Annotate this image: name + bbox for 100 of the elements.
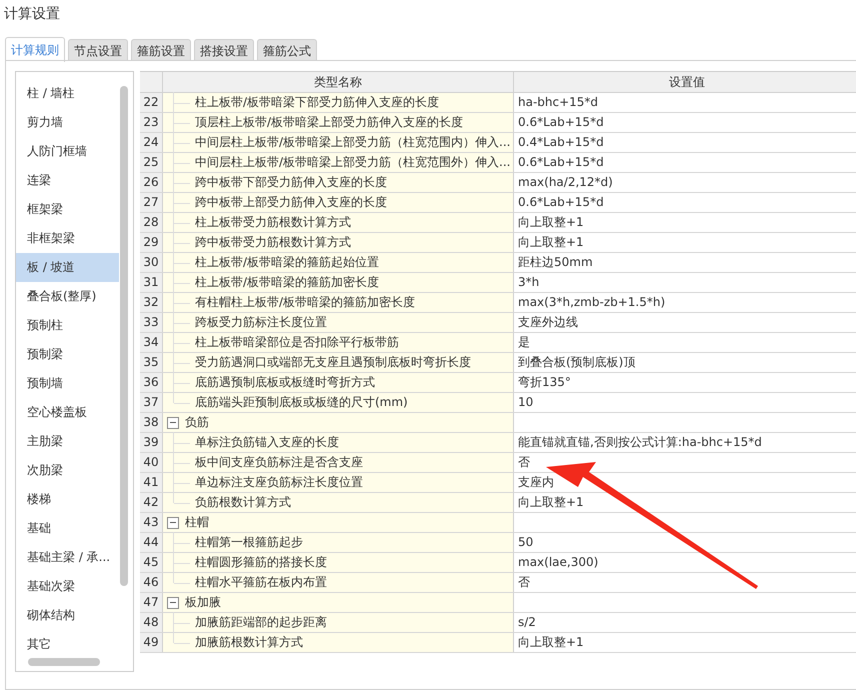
row-number: 26 [140,173,163,192]
setting-value[interactable]: 支座内 [518,475,554,489]
sidebar-item[interactable]: 基础 [16,514,119,543]
row-number: 42 [140,493,163,512]
setting-name: 加腋筋距端部的起步距离 [195,614,327,631]
setting-value[interactable]: 是 [518,335,530,349]
setting-value[interactable]: 3*h [518,275,540,289]
row-number: 31 [140,273,163,292]
setting-value[interactable]: 0.6*Lab+15*d [518,195,604,209]
setting-name: 柱上板带/板带暗梁的箍筋加密长度 [195,274,380,291]
setting-value[interactable]: 50 [518,535,534,549]
setting-value[interactable]: 距柱边50mm [518,255,593,269]
group-name: 板加腋 [185,594,221,611]
setting-name: 顶层柱上板带/板带暗梁上部受力筋伸入支座的长度 [195,114,464,131]
setting-value[interactable]: 向上取整+1 [518,235,584,249]
setting-value[interactable]: 弯折135° [518,375,571,389]
sidebar-item[interactable]: 连梁 [16,166,119,195]
sidebar-item[interactable]: 叠合板(整厚) [16,282,119,311]
sidebar-item[interactable]: 人防门框墙 [16,137,119,166]
row-number: 27 [140,193,163,212]
row-number: 36 [140,373,163,392]
row-number: 41 [140,473,163,492]
setting-name: 跨中板带下部受力筋伸入支座的长度 [195,174,387,191]
row-number: 45 [140,553,163,572]
setting-value[interactable]: s/2 [518,615,536,629]
row-number: 44 [140,533,163,552]
sidebar-item[interactable]: 框架梁 [16,195,119,224]
tab[interactable]: 箍筋设置 [131,39,191,61]
sidebar-item[interactable]: 楼梯 [16,485,119,514]
sidebar-item[interactable]: 柱 / 墙柱 [16,79,119,108]
collapse-toggle[interactable] [167,516,179,528]
row-number: 32 [140,293,163,312]
tab[interactable]: 计算规则 [5,37,65,62]
group-name: 负筋 [185,414,209,431]
setting-value[interactable]: 支座外边线 [518,315,578,329]
setting-value[interactable]: 否 [518,455,530,469]
setting-value[interactable]: 向上取整+1 [518,635,584,649]
row-number: 24 [140,133,163,152]
sidebar-item[interactable]: 基础主梁 / 承... [16,543,119,572]
setting-name: 底筋端头距预制底板或板缝的尺寸(mm) [195,394,408,411]
collapse-toggle[interactable] [167,596,179,608]
setting-value[interactable]: 能直锚就直锚,否则按公式计算:ha-bhc+15*d [518,435,762,449]
setting-value[interactable]: 向上取整+1 [518,215,584,229]
scrollbar-thumb[interactable] [120,86,128,586]
tab[interactable]: 节点设置 [68,39,128,61]
setting-name: 柱上板带暗梁部位是否扣除平行板带筋 [195,334,399,351]
row-number: 38 [140,413,163,432]
row-number: 30 [140,253,163,272]
tab[interactable]: 箍筋公式 [257,39,317,61]
setting-name: 受力筋遇洞口或端部无支座且遇预制底板时弯折长度 [195,354,471,371]
sidebar-item[interactable]: 砌体结构 [16,601,119,630]
setting-value[interactable]: 到叠合板(预制底板)顶 [518,355,636,369]
row-number: 23 [140,113,163,132]
setting-name: 加腋筋根数计算方式 [195,634,303,651]
row-number: 43 [140,513,163,532]
setting-value[interactable]: max(ha/2,12*d) [518,175,613,189]
setting-value[interactable]: 否 [518,575,530,589]
window-title: 计算设置 [4,5,60,23]
setting-name: 有柱帽柱上板带/板带暗梁的箍筋加密长度 [195,294,416,311]
sidebar-item[interactable]: 空心楼盖板 [16,398,119,427]
scrollbar-thumb[interactable] [28,658,100,666]
setting-value[interactable]: ha-bhc+15*d [518,95,598,109]
row-number: 29 [140,233,163,252]
setting-value[interactable]: max(3*h,zmb-zb+1.5*h) [518,295,666,309]
sidebar-item[interactable]: 剪力墙 [16,108,119,137]
row-number: 22 [140,93,163,112]
row-number: 47 [140,593,163,612]
setting-value[interactable]: 0.6*Lab+15*d [518,115,604,129]
sidebar-item[interactable]: 主肋梁 [16,427,119,456]
column-header: 设置值 [668,74,706,91]
setting-value[interactable]: 0.6*Lab+15*d [518,155,604,169]
sidebar-item[interactable]: 其它 [16,630,119,652]
setting-name: 板中间支座负筋标注是否含支座 [195,454,363,471]
setting-value[interactable]: 向上取整+1 [518,495,584,509]
setting-value[interactable]: 10 [518,395,534,409]
setting-name: 单边标注支座负筋标注长度位置 [195,474,363,491]
setting-name: 柱帽水平箍筋在板内布置 [195,574,327,591]
sidebar-item[interactable]: 基础次梁 [16,572,119,601]
sidebar-item[interactable]: 预制梁 [16,340,119,369]
setting-name: 柱上板带/板带暗梁下部受力筋伸入支座的长度 [195,94,440,111]
sidebar-item[interactable]: 预制墙 [16,369,119,398]
row-number: 33 [140,313,163,332]
row-number: 34 [140,333,163,352]
row-number: 46 [140,573,163,592]
setting-name: 跨中板带受力筋根数计算方式 [195,234,351,251]
setting-name: 负筋根数计算方式 [195,494,291,511]
sidebar-item[interactable]: 非框架梁 [16,224,119,253]
setting-value[interactable]: 0.4*Lab+15*d [518,135,604,149]
sidebar-item[interactable]: 次肋梁 [16,456,119,485]
setting-name: 柱上板带/板带暗梁的箍筋起始位置 [195,254,380,271]
setting-name: 底筋遇预制底板或板缝时弯折方式 [195,374,375,391]
collapse-toggle[interactable] [167,416,179,428]
row-number: 35 [140,353,163,372]
tab[interactable]: 搭接设置 [194,39,254,61]
setting-name: 柱帽圆形箍筋的搭接长度 [195,554,327,571]
setting-name: 柱上板带受力筋根数计算方式 [195,214,351,231]
setting-name: 中间层柱上板带/板带暗梁上部受力筋（柱宽范围外）伸入... [195,154,510,171]
sidebar-item[interactable]: 板 / 坡道 [16,253,119,282]
sidebar-item[interactable]: 预制柱 [16,311,119,340]
setting-value[interactable]: max(lae,300) [518,555,598,569]
